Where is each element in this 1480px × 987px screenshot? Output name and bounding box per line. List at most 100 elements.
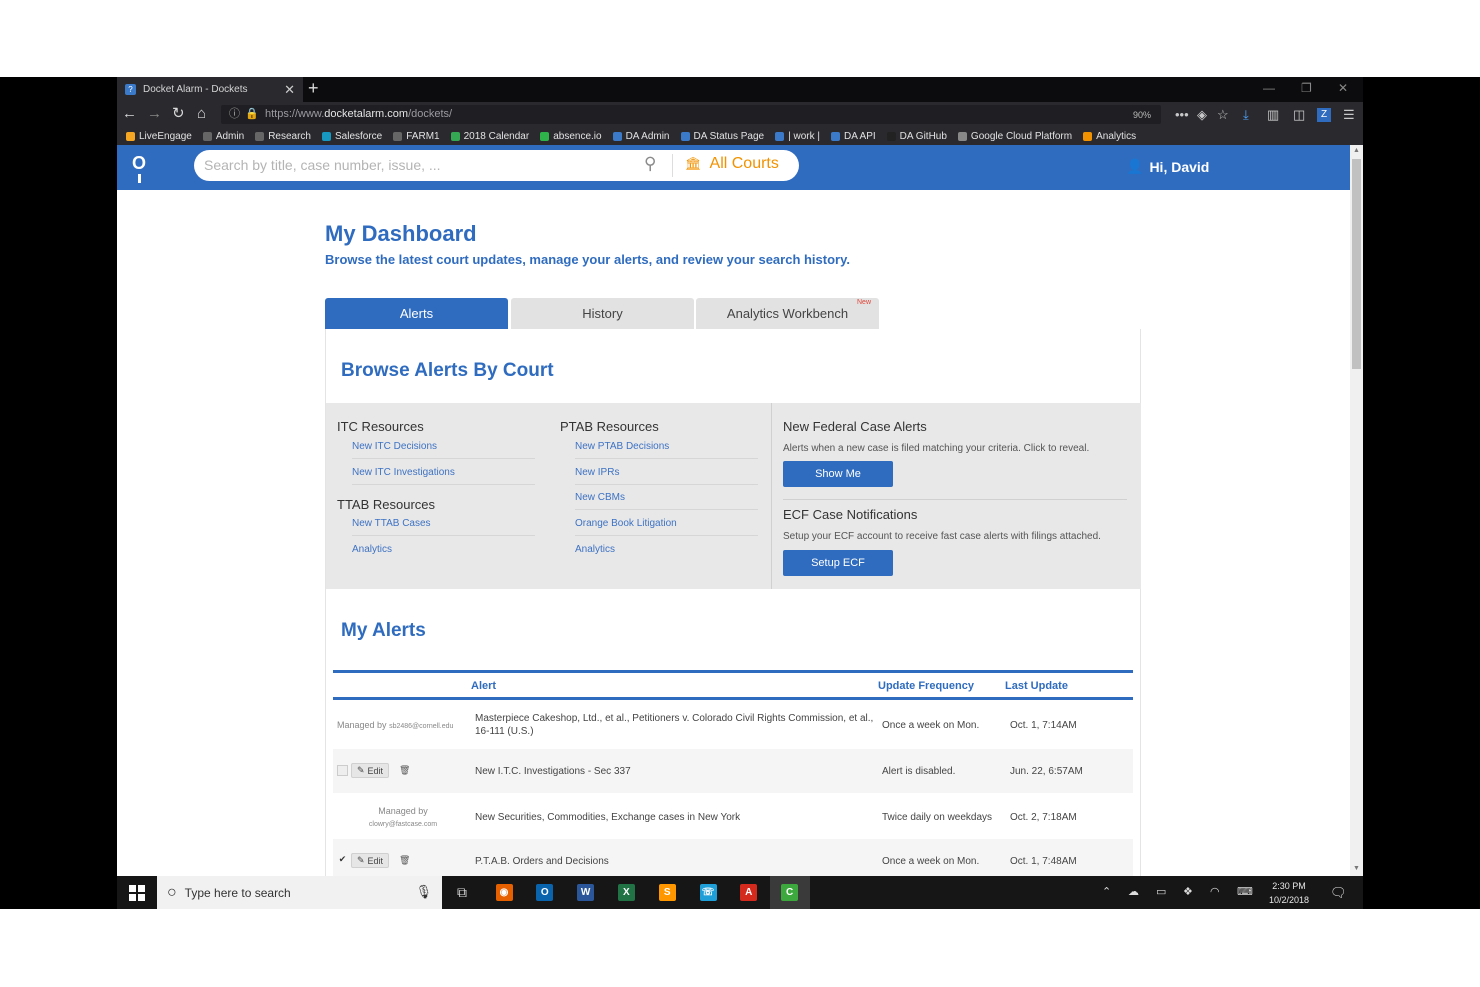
- taskbar-app-sublime[interactable]: S: [647, 876, 687, 909]
- show-hidden-icons[interactable]: ⌃: [1102, 885, 1111, 898]
- alert-title[interactable]: Masterpiece Cakeshop, Ltd., et al., Peti…: [475, 712, 875, 738]
- dropbox-icon[interactable]: ❖: [1183, 885, 1193, 898]
- all-courts-button[interactable]: 🏛 All Courts: [685, 155, 779, 173]
- link-new-iprs[interactable]: New IPRs: [575, 467, 758, 485]
- edit-button[interactable]: ✎ Edit: [351, 853, 390, 868]
- update-frequency: Twice daily on weekdays: [882, 812, 993, 823]
- checked-icon[interactable]: ✔: [337, 854, 348, 865]
- link-ttab-analytics[interactable]: Analytics: [352, 544, 535, 561]
- bookmark-star-icon[interactable]: ☆: [1217, 107, 1229, 123]
- onedrive-icon[interactable]: ☁: [1128, 885, 1139, 898]
- close-window-icon[interactable]: ✕: [1338, 81, 1348, 95]
- scroll-up-icon[interactable]: ▲: [1353, 147, 1360, 154]
- library-icon[interactable]: ▥: [1267, 107, 1279, 123]
- link-new-cbms[interactable]: New CBMs: [575, 492, 758, 510]
- outlook-icon: O: [536, 884, 554, 901]
- search-input[interactable]: [204, 155, 624, 175]
- taskbar-app-word[interactable]: W: [566, 876, 606, 909]
- home-icon[interactable]: ⌂: [197, 106, 206, 122]
- tab-alerts[interactable]: Alerts: [325, 298, 508, 329]
- info-icon[interactable]: ⓘ: [229, 105, 240, 124]
- scrollbar-thumb[interactable]: [1352, 159, 1361, 369]
- alert-title[interactable]: New I.T.C. Investigations - Sec 337: [475, 765, 631, 778]
- sublime-icon: S: [658, 884, 676, 901]
- page-scrollbar[interactable]: ▲ ▼: [1350, 145, 1363, 876]
- trash-icon[interactable]: 🗑: [399, 765, 410, 776]
- ttab-resources-heading: TTAB Resources: [337, 497, 436, 512]
- restore-icon[interactable]: ❐: [1301, 81, 1312, 95]
- row-checkbox[interactable]: [337, 765, 348, 776]
- screen: ? Docket Alarm - Dockets ✕ + — ❐ ✕ ← → ↻…: [0, 0, 1480, 987]
- battery-icon[interactable]: ▭: [1156, 885, 1166, 898]
- taskbar-app-camtasia[interactable]: C: [769, 876, 810, 909]
- bookmark-item[interactable]: FARM1: [393, 131, 440, 142]
- back-icon[interactable]: ←: [122, 106, 137, 122]
- notifications-icon[interactable]: 🗨: [1330, 885, 1347, 901]
- menu-icon[interactable]: ☰: [1343, 107, 1355, 123]
- new-tab-icon[interactable]: +: [308, 78, 319, 99]
- downloads-icon[interactable]: ⤓: [1243, 107, 1249, 123]
- alert-title[interactable]: New Securities, Commodities, Exchange ca…: [475, 811, 740, 824]
- start-button[interactable]: [117, 876, 157, 909]
- user-menu[interactable]: 👤 Hi, David: [1126, 158, 1209, 175]
- wifi-icon[interactable]: ◠: [1210, 885, 1220, 898]
- url-bar[interactable]: ⓘ 🔒 https://www.docketalarm.com/dockets/: [221, 105, 1161, 124]
- alert-title[interactable]: P.T.A.B. Orders and Decisions: [475, 855, 609, 868]
- column-header-last-update[interactable]: Last Update: [1005, 680, 1068, 692]
- scroll-down-icon[interactable]: ▼: [1353, 865, 1360, 872]
- bookmark-item[interactable]: 2018 Calendar: [450, 131, 529, 142]
- taskbar-app-phone[interactable]: ☏: [688, 876, 728, 909]
- bookmark-item[interactable]: DA GitHub: [886, 131, 947, 142]
- bookmark-label: FARM1: [406, 131, 440, 142]
- keyboard-icon[interactable]: ⌨: [1237, 885, 1253, 898]
- taskbar-app-excel[interactable]: X: [606, 876, 646, 909]
- bookmark-item[interactable]: DA Admin: [612, 131, 670, 142]
- docket-alarm-logo-icon[interactable]: O: [131, 153, 147, 183]
- setup-ecf-button[interactable]: Setup ECF: [783, 550, 893, 576]
- bookmark-item[interactable]: Research: [255, 131, 311, 142]
- bookmark-item[interactable]: Google Cloud Platform: [957, 131, 1072, 142]
- close-tab-icon[interactable]: ✕: [284, 82, 295, 98]
- taskbar-search[interactable]: ○ Type here to search 🎙: [157, 876, 442, 909]
- bookmark-item[interactable]: absence.io: [540, 131, 602, 142]
- zoom-level[interactable]: 90%: [1133, 110, 1151, 120]
- link-new-itc-decisions[interactable]: New ITC Decisions: [352, 441, 535, 459]
- new-badge: New: [857, 299, 872, 306]
- forward-icon[interactable]: →: [147, 106, 162, 122]
- bookmark-item[interactable]: | work |: [775, 131, 820, 142]
- bookmark-item[interactable]: DA API: [830, 131, 876, 142]
- more-actions-icon[interactable]: •••: [1175, 107, 1189, 122]
- system-clock[interactable]: 2:30 PM 10/2/2018: [1269, 879, 1309, 907]
- edit-button[interactable]: ✎ Edit: [351, 763, 390, 778]
- taskbar-app-firefox[interactable]: ◉: [484, 876, 524, 909]
- acrobat-icon: A: [740, 884, 758, 901]
- link-new-ttab-cases[interactable]: New TTAB Cases: [352, 518, 535, 536]
- reload-icon[interactable]: ↻: [172, 106, 185, 122]
- sidebar-icon[interactable]: ◫: [1293, 107, 1305, 123]
- bookmark-item[interactable]: LiveEngage: [126, 131, 192, 142]
- search-icon[interactable]: ⚲: [644, 154, 656, 174]
- tab-analytics-workbench[interactable]: Analytics Workbench: [696, 298, 879, 329]
- minimize-icon[interactable]: —: [1263, 81, 1275, 95]
- column-header-update-frequency[interactable]: Update Frequency: [878, 680, 974, 692]
- link-new-ptab-decisions[interactable]: New PTAB Decisions: [575, 441, 758, 459]
- bookmark-item[interactable]: DA Status Page: [680, 131, 764, 142]
- show-me-button[interactable]: Show Me: [783, 461, 893, 487]
- taskbar-app-outlook[interactable]: O: [525, 876, 565, 909]
- tab-history[interactable]: History: [511, 298, 694, 329]
- link-orange-book-litigation[interactable]: Orange Book Litigation: [575, 518, 758, 536]
- trash-icon[interactable]: 🗑: [399, 855, 410, 866]
- bookmark-item[interactable]: Admin: [202, 131, 244, 142]
- table-row: Managed by sb2486@cornell.edu Masterpiec…: [333, 701, 1133, 749]
- link-ptab-analytics[interactable]: Analytics: [575, 544, 758, 561]
- task-view-icon[interactable]: ⧉: [442, 876, 482, 909]
- microphone-icon[interactable]: 🎙: [415, 884, 432, 900]
- taskbar-app-acrobat[interactable]: A: [729, 876, 769, 909]
- link-new-itc-investigations[interactable]: New ITC Investigations: [352, 467, 535, 485]
- browser-tab[interactable]: ? Docket Alarm - Dockets ✕: [117, 77, 303, 102]
- bookmark-item[interactable]: Analytics: [1083, 131, 1136, 142]
- zotero-icon[interactable]: Z: [1317, 108, 1331, 122]
- pocket-icon[interactable]: ◈: [1197, 107, 1207, 123]
- column-header-alert[interactable]: Alert: [471, 680, 496, 692]
- bookmark-item[interactable]: Salesforce: [322, 131, 382, 142]
